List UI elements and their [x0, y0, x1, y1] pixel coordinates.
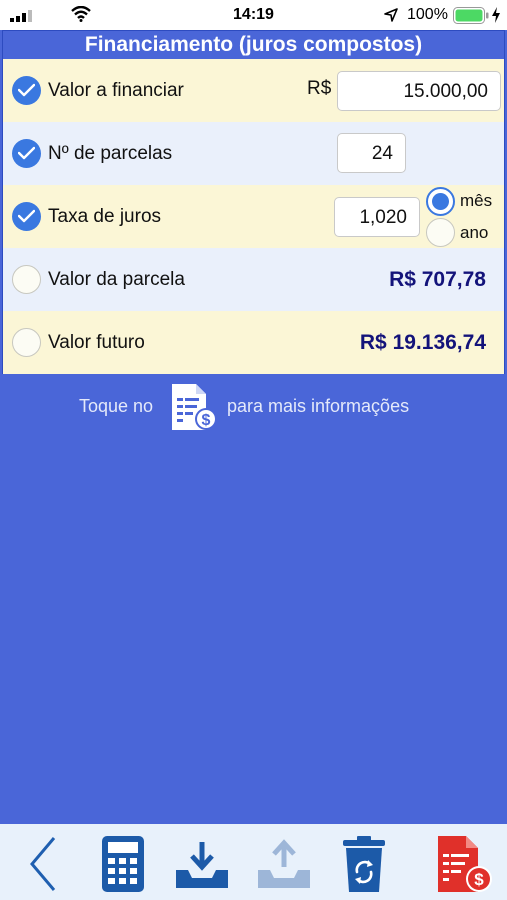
check-taxa-juros[interactable] [12, 202, 41, 231]
status-bar: 14:19 100% [0, 0, 507, 30]
result-valor-parcela: R$ 707,78 [389, 268, 486, 291]
label-num-parcelas: Nº de parcelas [48, 143, 173, 164]
row-valor-futuro: Valor futuro R$ 19.136,74 [3, 311, 504, 374]
document-dollar-icon[interactable]: $ [436, 834, 494, 894]
svg-text:$: $ [202, 412, 211, 429]
label-valor-financiar: Valor a financiar [48, 80, 184, 101]
check-valor-parcela[interactable] [12, 265, 41, 294]
check-num-parcelas[interactable] [12, 139, 41, 168]
checkmark-icon [18, 146, 35, 160]
location-icon [384, 8, 398, 22]
svg-text:$: $ [474, 870, 484, 889]
currency-label: R$ [307, 78, 332, 99]
bottom-toolbar: $ [0, 824, 507, 900]
row-num-parcelas: Nº de parcelas 24 [3, 122, 504, 185]
check-valor-financiar[interactable] [12, 76, 41, 105]
download-tray-icon[interactable] [172, 834, 232, 894]
checkmark-icon [18, 83, 35, 97]
label-valor-futuro: Valor futuro [48, 332, 145, 353]
info-prefix: Toque no [79, 396, 154, 416]
row-taxa-juros: Taxa de juros 1,020 mês ano [3, 185, 504, 248]
num-parcelas-input[interactable]: 24 [337, 133, 406, 173]
row-valor-financiar: Valor a financiar R$ 15.000,00 [3, 59, 504, 122]
result-valor-futuro: R$ 19.136,74 [359, 331, 486, 354]
check-valor-futuro[interactable] [12, 328, 41, 357]
trash-recycle-icon[interactable] [340, 834, 388, 894]
calculation-panel: Financiamento (juros compostos) Valor a … [2, 30, 505, 374]
battery-icon [453, 7, 489, 24]
charging-icon [492, 7, 500, 23]
radio-mes-label: mês [460, 191, 493, 210]
radio-ano[interactable] [426, 218, 455, 247]
info-suffix: para mais informações [227, 396, 410, 416]
back-icon[interactable] [22, 834, 62, 894]
calculator-icon[interactable] [100, 834, 146, 894]
valor-financiar-input[interactable]: 15.000,00 [337, 71, 501, 111]
document-dollar-icon: $ [172, 384, 217, 430]
checkmark-icon [18, 209, 35, 223]
upload-tray-icon[interactable] [254, 834, 314, 894]
battery-percent: 100% [407, 6, 448, 23]
row-valor-parcela: Valor da parcela R$ 707,78 [3, 248, 504, 311]
info-hint: Toque no $ para mais informações [0, 380, 507, 432]
taxa-juros-input[interactable]: 1,020 [334, 197, 420, 237]
page-title: Financiamento (juros compostos) [3, 31, 504, 59]
label-taxa-juros: Taxa de juros [48, 206, 162, 227]
radio-ano-label: ano [460, 223, 489, 242]
label-valor-parcela: Valor da parcela [48, 269, 185, 290]
radio-mes[interactable] [426, 187, 455, 216]
